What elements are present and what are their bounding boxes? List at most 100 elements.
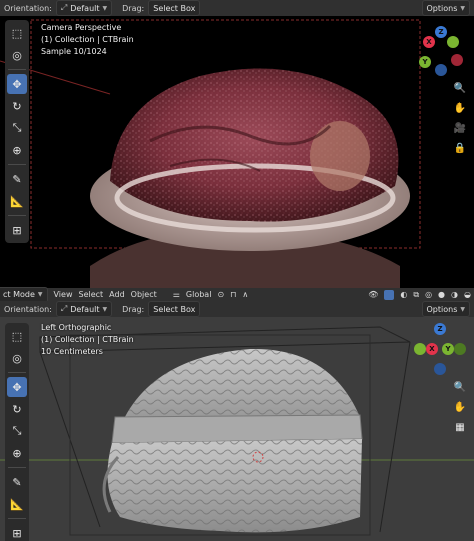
xray-icon[interactable]: ⧉ [413,290,419,300]
gizmo-z-neg[interactable] [434,363,446,375]
gizmo-y-far[interactable] [454,343,466,355]
drag-value: Select Box [153,304,196,314]
orientation-icon: ⤢ [60,304,68,313]
info-line-view: Camera Perspective [41,23,122,32]
gizmo-z-axis[interactable]: Z [435,26,447,38]
rotate-icon[interactable]: ↻ [7,399,27,419]
gizmo-y-neg[interactable] [414,343,426,355]
info-line-collection: (1) Collection | CTBrain [41,35,134,44]
scale-icon[interactable]: ⤡ [7,118,27,138]
options-label: Options [426,3,458,13]
orientation-icon: ⤢ [60,3,68,12]
chevron-down-icon: ▼ [37,291,43,298]
orientation-value: Default [70,3,100,13]
info-line-scale: 10 Centimeters [41,347,103,356]
toolbar-divider [8,467,26,468]
navigation-gizmo[interactable]: Z X Y [415,24,465,76]
gizmo-x-neg[interactable] [451,54,463,66]
options-button[interactable]: Options ▼ [421,0,470,16]
hand-icon[interactable]: ✋ [452,100,468,116]
chevron-down-icon: ▼ [102,4,108,12]
chevron-down-icon: ▼ [460,305,465,313]
drag-label: Drag: [122,3,145,13]
viewport-info: Camera Perspective (1) Collection | CTBr… [41,22,134,58]
top-viewport-render[interactable]: Camera Perspective (1) Collection | CTBr… [0,16,474,288]
menu-object[interactable]: Object [131,290,157,299]
gizmo-y-neg[interactable] [447,36,459,48]
drag-dropdown[interactable]: Select Box [148,301,201,317]
options-label: Options [426,304,458,314]
add-cube-icon[interactable]: ⊞ [7,220,27,240]
menu-view[interactable]: View [54,290,73,299]
bottom-viewport-solid[interactable]: Left Orthographic (1) Collection | CTBra… [0,317,474,541]
transform-icon[interactable]: ⊕ [7,443,27,463]
move-icon[interactable]: ✥ [7,74,27,94]
shading-material-icon[interactable]: ◑ [451,290,458,299]
bottom-viewport-header: Orientation: ⤢ Default ▼ Drag: Select Bo… [0,301,474,317]
snap-icon[interactable]: ⊓ [230,290,236,299]
info-line-sample: Sample 10/1024 [41,47,107,56]
toolbar-divider [8,518,26,519]
menu-add[interactable]: Add [109,290,125,299]
shading-wireframe-icon[interactable]: ◎ [425,290,432,299]
transform-orientation-icon: ⚌ [172,290,180,299]
annotate-icon[interactable]: ✎ [7,169,27,189]
rotate-icon[interactable]: ↻ [7,96,27,116]
orientation-label: Orientation: [4,3,52,13]
orientation-dropdown[interactable]: ⤢ Default ▼ [55,301,113,317]
orientation-label: Orientation: [4,304,52,314]
overlay-icon[interactable]: ◐ [400,290,407,299]
annotate-icon[interactable]: ✎ [7,472,27,492]
drag-dropdown[interactable]: Select Box [148,0,201,16]
cursor-icon[interactable]: ◎ [7,348,27,368]
move-icon[interactable]: ✥ [7,377,27,397]
gizmo-x-axis[interactable]: X [423,36,435,48]
options-button[interactable]: Options ▼ [421,301,470,317]
select-box-icon[interactable]: ⬚ [7,23,27,43]
info-line-view: Left Orthographic [41,323,112,332]
gizmo-toggle-icon[interactable] [384,289,395,300]
info-line-collection: (1) Collection | CTBrain [41,335,134,344]
drag-label: Drag: [122,304,145,314]
pivot-icon[interactable]: ⊙ [217,290,224,299]
orientation-value: Default [70,304,100,314]
drag-value: Select Box [153,3,196,13]
lock-icon[interactable]: 🔒 [452,140,468,156]
transform-icon[interactable]: ⊕ [7,140,27,160]
toolbar-divider [8,372,26,373]
gizmo-z-neg[interactable] [435,64,447,76]
measure-icon[interactable]: 📐 [7,191,27,211]
navigation-gizmo[interactable]: Z X Y [412,321,468,377]
tool-shelf: ⬚ ◎ ✥ ↻ ⤡ ⊕ ✎ 📐 ⊞ [5,323,29,541]
gizmo-y-axis[interactable]: Y [419,56,431,68]
toolbar-divider [8,215,26,216]
shading-rendered-icon[interactable]: ◒ [464,290,471,299]
scale-icon[interactable]: ⤡ [7,421,27,441]
menu-select[interactable]: Select [78,290,103,299]
orientation-dropdown[interactable]: ⤢ Default ▼ [55,0,113,16]
mode-label: ct Mode [3,290,35,299]
toolbar-divider [8,69,26,70]
zoom-icon[interactable]: 🔍 [452,80,468,96]
gizmo-x-axis[interactable]: X [426,343,438,355]
select-box-icon[interactable]: ⬚ [7,326,27,346]
viewport-info: Left Orthographic (1) Collection | CTBra… [41,322,134,358]
measure-icon[interactable]: 📐 [7,494,27,514]
proportional-icon[interactable]: ∧ [242,290,248,299]
top-viewport-header: Orientation: ⤢ Default ▼ Drag: Select Bo… [0,0,474,16]
chevron-down-icon: ▼ [102,305,108,313]
camera-icon[interactable]: 🎥 [452,120,468,136]
hand-icon[interactable]: ✋ [452,399,468,415]
gizmo-z-axis[interactable]: Z [434,323,446,335]
tool-shelf: ⬚ ◎ ✥ ↻ ⤡ ⊕ ✎ 📐 ⊞ [5,20,29,243]
zoom-icon[interactable]: 🔍 [452,379,468,395]
editor-header: ct Mode ▼ View Select Add Object ⚌ Globa… [0,286,474,303]
cursor-icon[interactable]: ◎ [7,45,27,65]
transform-orientation-value[interactable]: Global [186,290,212,299]
add-cube-icon[interactable]: ⊞ [7,523,27,541]
toolbar-divider [8,164,26,165]
grid-icon[interactable]: ▦ [452,419,468,435]
gizmo-y-axis[interactable]: Y [442,343,454,355]
visibility-icon[interactable]: 👁 [368,290,378,299]
shading-solid-icon[interactable]: ● [438,290,445,299]
